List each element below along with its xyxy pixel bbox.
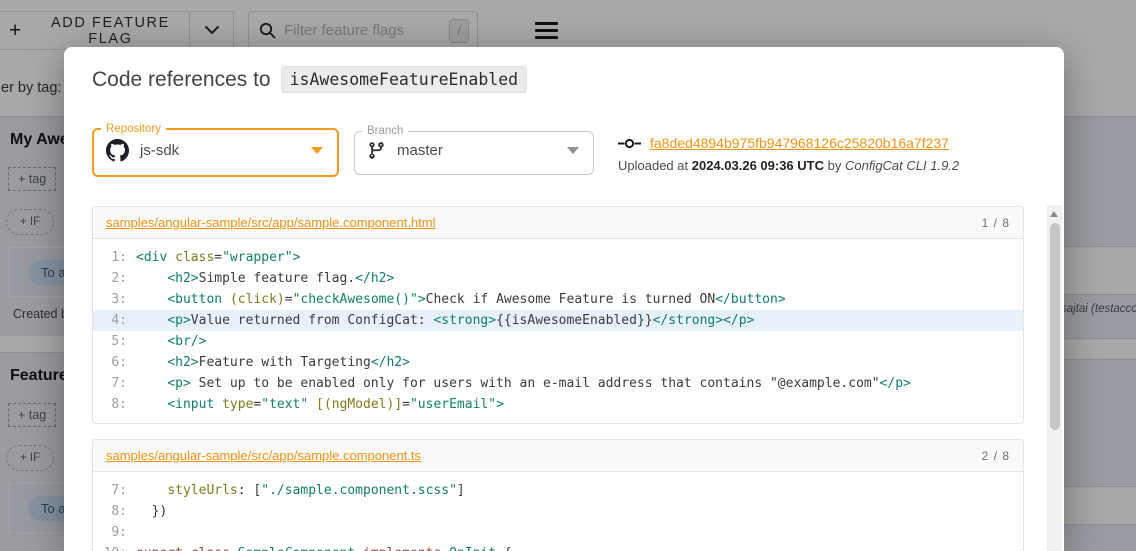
dropdown-caret-icon: [567, 147, 579, 154]
code-line: 2: <h2>Simple feature flag.</h2>: [93, 268, 1023, 289]
dialog-title-text: Code references to: [92, 67, 271, 91]
line-number: 8:: [111, 397, 127, 412]
code-line: 4: <p>Value returned from ConfigCat: <st…: [93, 310, 1023, 331]
match-index: 2 / 8: [981, 448, 1010, 463]
commit-hash-link[interactable]: fa8ded4894b975fb947968126c25820b16a7f237: [650, 135, 949, 151]
git-branch-icon: [369, 142, 384, 159]
branch-value: master: [397, 142, 443, 159]
line-number: 2:: [111, 271, 127, 286]
modal-scrollbar: [1047, 205, 1062, 551]
uploader-name: ConfigCat CLI 1.9.2: [844, 158, 960, 173]
line-number: 7:: [111, 483, 127, 498]
dialog-title: Code references to isAwesomeFeatureEnabl…: [92, 66, 528, 93]
repository-select[interactable]: Repository js-sdk: [92, 123, 339, 177]
code-line: 3: <button (click)="checkAwesome()">Chec…: [93, 289, 1023, 310]
code-line: 8: }): [93, 501, 1023, 522]
code-line: 6: <h2>Feature with Targeting</h2>: [93, 352, 1023, 373]
upload-date: 2024.03.26 09:36 UTC: [691, 158, 824, 173]
repository-label: Repository: [106, 123, 161, 135]
match-index: 1 / 8: [981, 215, 1010, 230]
scroll-up-arrow-icon[interactable]: [1050, 211, 1058, 217]
branch-label: Branch: [367, 125, 404, 137]
code-references-dialog: Code references to isAwesomeFeatureEnabl…: [64, 47, 1064, 551]
git-commit-icon: [618, 138, 641, 148]
repository-value: js-sdk: [140, 142, 180, 159]
line-number: 9:: [111, 525, 127, 540]
code-line: 5: <br/>: [93, 331, 1023, 352]
code-line: 8: <input type="text" [(ngModel)]="userE…: [93, 394, 1023, 415]
code-line: 7: <p> Set up to be enabled only for use…: [93, 373, 1023, 394]
app-root: + ADD FEATURE FLAG / er by tag: My Awe +…: [0, 0, 1136, 551]
line-number: 3:: [111, 292, 127, 307]
line-number: 8:: [111, 504, 127, 519]
commit-info: fa8ded4894b975fb947968126c25820b16a7f237…: [618, 135, 959, 173]
line-number: 4:: [111, 313, 127, 328]
line-number: 5:: [111, 334, 127, 349]
github-icon: [106, 139, 129, 162]
code-line: 1: <div class="wrapper">: [93, 247, 1023, 268]
line-number: 7:: [111, 376, 127, 391]
upload-info: Uploaded at 2024.03.26 09:36 UTC by Conf…: [618, 158, 960, 173]
line-number: 6:: [111, 355, 127, 370]
line-number: 10:: [93, 543, 127, 551]
dropdown-caret-icon: [311, 147, 323, 154]
code-line: 10:export class SampleComponent implemen…: [93, 543, 1023, 551]
file-card: samples/angular-sample/src/app/sample.co…: [92, 439, 1024, 551]
line-number: 1:: [111, 250, 127, 265]
code-line: 7: styleUrls: ["./sample.component.scss"…: [93, 480, 1023, 501]
scrollbar-thumb[interactable]: [1049, 223, 1060, 430]
branch-select[interactable]: Branch master: [354, 125, 594, 175]
flag-key-chip: isAwesomeFeatureEnabled: [280, 66, 528, 93]
file-card: samples/angular-sample/src/app/sample.co…: [92, 206, 1024, 424]
file-path-link[interactable]: samples/angular-sample/src/app/sample.co…: [106, 215, 436, 230]
file-results: samples/angular-sample/src/app/sample.co…: [92, 206, 1024, 551]
code-line: 9:: [93, 522, 1023, 543]
file-path-link[interactable]: samples/angular-sample/src/app/sample.co…: [106, 448, 421, 463]
